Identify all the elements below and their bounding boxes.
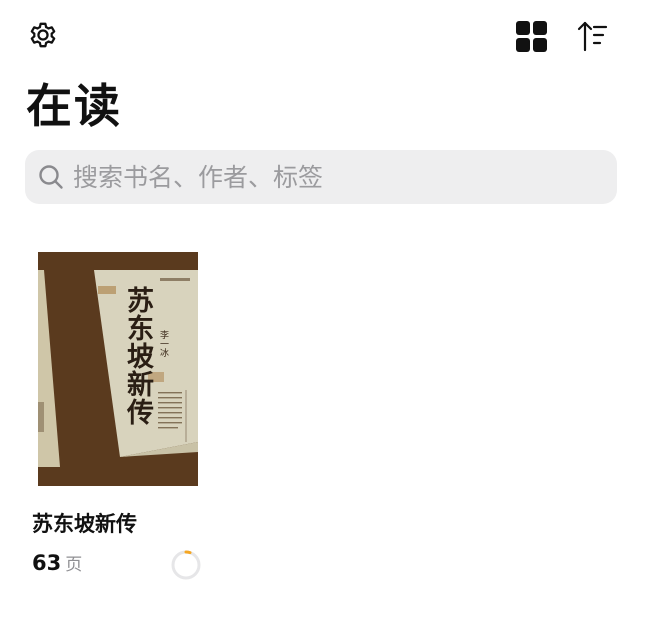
book-card[interactable]: 苏东坡新传 李一冰 苏东坡新传 63 页	[30, 250, 210, 590]
page-count-unit: 页	[65, 555, 83, 575]
gear-icon[interactable]	[26, 18, 60, 52]
cover-title: 苏东坡新传	[122, 286, 153, 426]
search-bar[interactable]	[25, 150, 617, 204]
book-cover[interactable]: 苏东坡新传 李一冰	[38, 252, 198, 486]
page-title: 在读	[26, 79, 122, 133]
reading-progress-icon	[171, 550, 201, 580]
search-input[interactable]	[73, 150, 603, 204]
cover-author: 李一冰	[158, 330, 168, 357]
page-count-number: 63	[32, 551, 62, 575]
grid-view-icon[interactable]	[515, 20, 549, 54]
cover-art	[38, 252, 198, 486]
search-icon	[39, 165, 63, 189]
sort-icon[interactable]	[575, 18, 611, 54]
book-title: 苏东坡新传	[32, 512, 137, 536]
page-count: 63 页	[32, 550, 82, 575]
